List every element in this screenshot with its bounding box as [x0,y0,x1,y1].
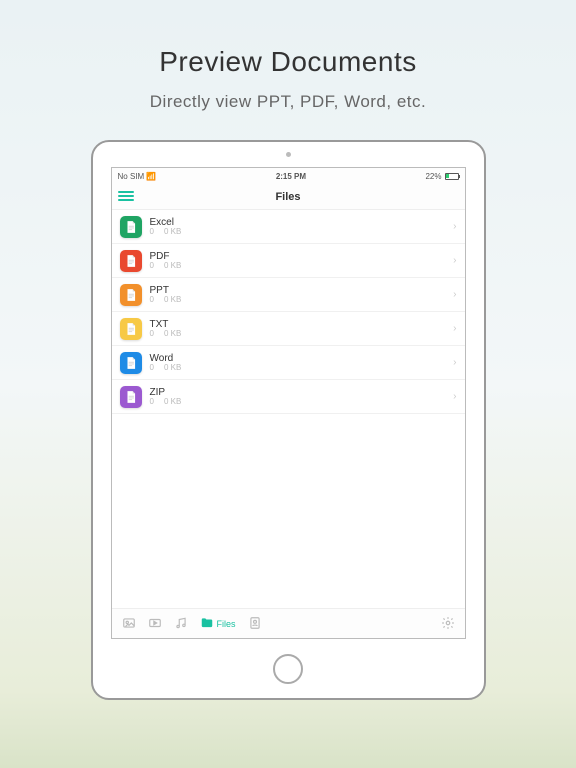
file-row-excel[interactable]: Excel00 KB › [112,210,465,244]
file-sub: 00 KB [150,330,182,339]
tab-video[interactable] [148,616,162,632]
tab-label: Files [217,619,236,629]
tab-photo[interactable] [122,616,136,632]
chevron-right-icon: › [453,323,456,334]
word-icon [120,352,142,374]
ppt-icon [120,284,142,306]
file-meta: PDF00 KB [150,251,182,271]
status-time: 2:15 PM [276,172,306,181]
file-row-word[interactable]: Word00 KB › [112,346,465,380]
zip-icon [120,386,142,408]
battery-icon [445,173,459,180]
txt-icon [120,318,142,340]
home-button[interactable] [273,654,303,684]
status-carrier: No SIM 📶 [118,172,157,181]
file-meta: TXT00 KB [150,319,182,339]
chevron-right-icon: › [453,221,456,232]
settings-button[interactable] [441,616,455,632]
nav-title: Files [275,191,300,203]
file-sub: 00 KB [150,228,182,237]
excel-icon [120,216,142,238]
tab-music[interactable] [174,616,188,632]
chevron-right-icon: › [453,357,456,368]
tab-contact[interactable] [248,616,262,632]
file-sub: 00 KB [150,296,182,305]
tab-folder[interactable]: Files [200,616,236,632]
file-sub: 00 KB [150,262,182,271]
file-meta: Excel00 KB [150,217,182,237]
file-meta: ZIP00 KB [150,387,182,407]
file-row-zip[interactable]: ZIP00 KB › [112,380,465,414]
nav-bar: Files [112,184,465,210]
menu-button[interactable] [118,189,134,205]
status-bar: No SIM 📶 2:15 PM 22% [112,168,465,184]
file-row-txt[interactable]: TXT00 KB › [112,312,465,346]
status-battery-pct: 22% [425,172,441,181]
page-title: Preview Documents [159,46,416,78]
folder-icon [200,616,214,632]
file-row-pdf[interactable]: PDF00 KB › [112,244,465,278]
page-subtitle: Directly view PPT, PDF, Word, etc. [150,92,426,112]
settings-icon [441,616,455,632]
file-meta: Word00 KB [150,353,182,373]
chevron-right-icon: › [453,391,456,402]
ipad-frame: No SIM 📶 2:15 PM 22% Files Excel00 KB›PD… [91,140,486,700]
contact-icon [248,616,262,632]
wifi-icon: 📶 [146,172,156,181]
chevron-right-icon: › [453,255,456,266]
photo-icon [122,616,136,632]
pdf-icon [120,250,142,272]
chevron-right-icon: › [453,289,456,300]
bottom-toolbar: Files [112,608,465,638]
video-icon [148,616,162,632]
device-screen: No SIM 📶 2:15 PM 22% Files Excel00 KB›PD… [111,167,466,639]
file-row-ppt[interactable]: PPT00 KB › [112,278,465,312]
camera-dot [286,152,291,157]
file-sub: 00 KB [150,398,182,407]
music-icon [174,616,188,632]
file-list: Excel00 KB›PDF00 KB›PPT00 KB›TXT00 KB›Wo… [112,210,465,608]
file-sub: 00 KB [150,364,182,373]
file-meta: PPT00 KB [150,285,182,305]
